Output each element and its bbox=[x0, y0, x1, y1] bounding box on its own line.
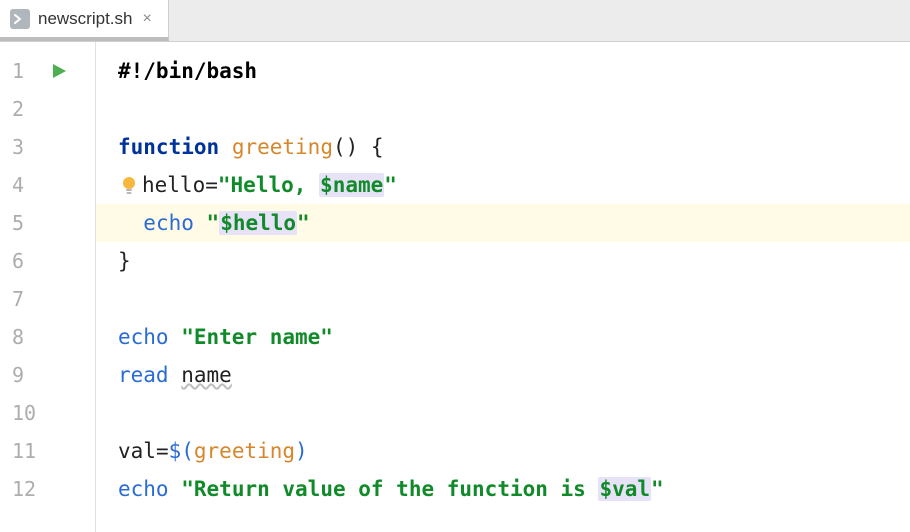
line-number: 3 bbox=[12, 135, 24, 159]
var-assign-name: val bbox=[118, 439, 156, 463]
gutter-line[interactable]: 12 bbox=[0, 470, 95, 508]
var-ref: $hello bbox=[219, 211, 297, 235]
keyword-function: function bbox=[118, 135, 219, 159]
tab-newscript[interactable]: newscript.sh × bbox=[0, 0, 169, 41]
line-number: 11 bbox=[12, 439, 36, 463]
tab-bar: newscript.sh × bbox=[0, 0, 910, 42]
gutter-line[interactable]: 2 bbox=[0, 90, 95, 128]
line-number: 2 bbox=[12, 97, 24, 121]
identifier: name bbox=[181, 363, 232, 387]
line-number: 6 bbox=[12, 249, 24, 273]
line-number: 4 bbox=[12, 173, 24, 197]
gutter-line[interactable]: 9 bbox=[0, 356, 95, 394]
gutter-line[interactable]: 3 bbox=[0, 128, 95, 166]
code-line[interactable]: function greeting() { bbox=[96, 128, 910, 166]
gutter-line[interactable]: 10 bbox=[0, 394, 95, 432]
function-name: greeting bbox=[232, 135, 333, 159]
run-icon[interactable] bbox=[50, 62, 68, 80]
builtin-read: read bbox=[118, 363, 169, 387]
editor: 1 2 3 4 5 6 7 8 9 10 11 12 #!/bin/bash f… bbox=[0, 42, 910, 532]
code-line[interactable]: echo "Enter name" bbox=[96, 318, 910, 356]
code-line[interactable] bbox=[96, 90, 910, 128]
line-number: 7 bbox=[12, 287, 24, 311]
code-line[interactable]: val=$(greeting) bbox=[96, 432, 910, 470]
line-number: 8 bbox=[12, 325, 24, 349]
code-line[interactable]: #!/bin/bash bbox=[96, 52, 910, 90]
gutter-line[interactable]: 6 bbox=[0, 242, 95, 280]
var-assign-name: hello bbox=[142, 173, 205, 197]
builtin-echo: echo bbox=[118, 325, 169, 349]
var-ref: $val bbox=[598, 477, 651, 501]
close-icon[interactable]: × bbox=[140, 10, 153, 28]
line-number: 9 bbox=[12, 363, 24, 387]
code-line[interactable]: } bbox=[96, 242, 910, 280]
gutter: 1 2 3 4 5 6 7 8 9 10 11 12 bbox=[0, 42, 96, 532]
code-area[interactable]: #!/bin/bash function greeting() { hello … bbox=[96, 42, 910, 532]
line-number: 1 bbox=[12, 59, 24, 83]
code-line[interactable]: echo "Return value of the function is $v… bbox=[96, 470, 910, 508]
gutter-line[interactable]: 11 bbox=[0, 432, 95, 470]
line-number: 10 bbox=[12, 401, 36, 425]
builtin-echo: echo bbox=[118, 477, 169, 501]
line-number: 5 bbox=[12, 211, 24, 235]
gutter-line[interactable]: 4 bbox=[0, 166, 95, 204]
gutter-line[interactable]: 1 bbox=[0, 52, 95, 90]
line-number: 12 bbox=[12, 477, 36, 501]
gutter-line[interactable]: 8 bbox=[0, 318, 95, 356]
gutter-line[interactable]: 7 bbox=[0, 280, 95, 318]
tab-filename: newscript.sh bbox=[38, 9, 132, 29]
code-line[interactable] bbox=[96, 280, 910, 318]
gutter-line[interactable]: 5 bbox=[0, 204, 95, 242]
code-line-current[interactable]: echo "$hello" bbox=[96, 204, 910, 242]
shell-file-icon bbox=[10, 9, 30, 29]
var-ref: $name bbox=[319, 173, 384, 197]
code-line[interactable] bbox=[96, 394, 910, 432]
function-call: greeting bbox=[194, 439, 295, 463]
builtin-echo: echo bbox=[143, 211, 194, 235]
code-line[interactable]: hello="Hello, $name" bbox=[96, 166, 910, 204]
code-line[interactable]: read name bbox=[96, 356, 910, 394]
shebang: #!/bin/bash bbox=[118, 59, 257, 83]
